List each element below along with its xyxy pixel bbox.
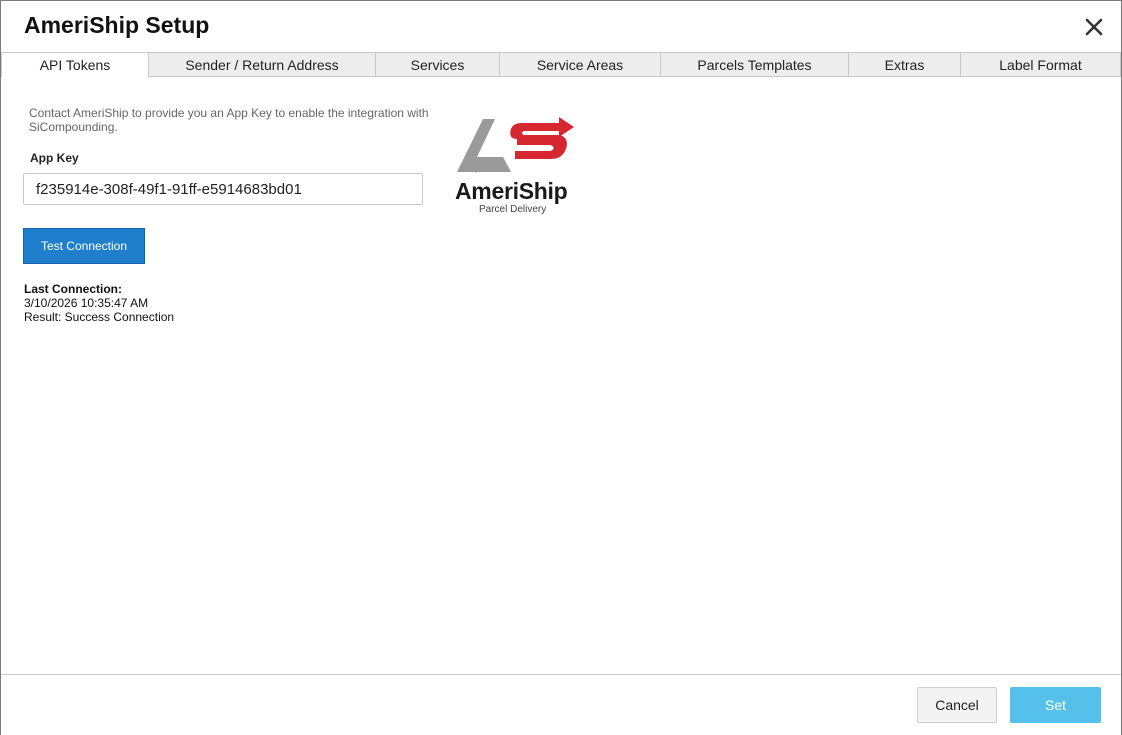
app-key-input[interactable] (23, 173, 423, 205)
logo-wordmark: AmeriShip (455, 178, 568, 204)
logo-tagline: Parcel Delivery (479, 204, 547, 215)
test-connection-button[interactable]: Test Connection (23, 228, 145, 264)
last-connection-info: Last Connection: 3/10/2026 10:35:47 AM R… (24, 282, 174, 324)
amership-logo-mark (457, 117, 574, 173)
tab-sender-return-address[interactable]: Sender / Return Address (148, 52, 376, 76)
tab-api-tokens[interactable]: API Tokens (1, 52, 149, 77)
cancel-button[interactable]: Cancel (917, 687, 997, 723)
set-button[interactable]: Set (1010, 687, 1101, 723)
last-connection-time: 3/10/2026 10:35:47 AM (24, 296, 149, 310)
dialog-title: AmeriShip Setup (24, 12, 210, 38)
amership-setup-dialog: AmeriShip Setup API Tokens Sender / Retu… (0, 0, 1122, 735)
api-tokens-panel: Contact AmeriShip to provide you an App … (1, 77, 1121, 674)
connection-result: Result: Success Connection (24, 310, 175, 324)
info-text: Contact AmeriShip to provide you an App … (29, 106, 429, 134)
last-connection-label: Last Connection: (24, 282, 122, 296)
tab-services[interactable]: Services (375, 52, 500, 76)
tab-label-format[interactable]: Label Format (960, 52, 1121, 76)
dialog-footer: Cancel Set (1, 674, 1121, 735)
tab-service-areas[interactable]: Service Areas (499, 52, 661, 76)
amership-logo: AmeriShip Parcel Delivery (453, 115, 578, 215)
app-key-label: App Key (30, 151, 79, 165)
tab-bar: API Tokens Sender / Return Address Servi… (1, 52, 1121, 77)
tab-extras[interactable]: Extras (848, 52, 961, 76)
tab-parcels-templates[interactable]: Parcels Templates (660, 52, 849, 76)
close-icon[interactable] (1082, 15, 1106, 39)
